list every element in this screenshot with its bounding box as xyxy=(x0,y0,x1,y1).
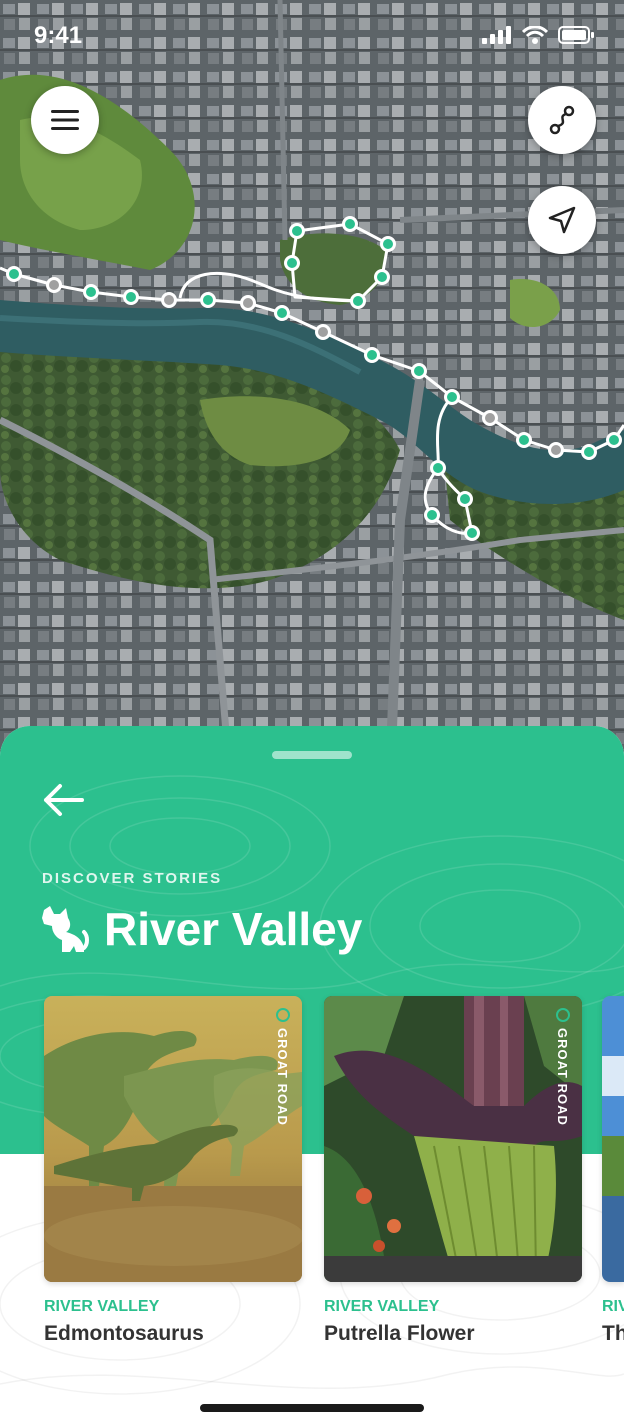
status-icons xyxy=(482,26,594,44)
story-card-putrella-flower[interactable]: GROAT ROAD xyxy=(324,996,582,1282)
arrow-left-icon xyxy=(44,784,84,816)
location-tag: GROAT ROAD xyxy=(555,1008,570,1126)
story-name[interactable]: Putrella Flower xyxy=(324,1322,475,1346)
location-ring-icon xyxy=(555,1008,570,1022)
signal-icon xyxy=(482,26,511,44)
story-name[interactable]: Edmontosaurus xyxy=(44,1322,204,1346)
page-title: River Valley xyxy=(104,903,363,955)
location-tag: GROAT ROAD xyxy=(275,1008,290,1126)
status-bar: 9:41 xyxy=(0,0,624,74)
story-card-partial[interactable] xyxy=(602,996,624,1282)
location-tag-label: GROAT ROAD xyxy=(555,1028,570,1126)
story-category: RIVER VALLEY xyxy=(324,1298,440,1315)
sheet-drag-handle[interactable] xyxy=(272,751,352,759)
title-row: River Valley xyxy=(40,902,362,956)
back-button[interactable] xyxy=(40,780,88,820)
location-tag-label: GROAT ROAD xyxy=(275,1028,290,1126)
battery-icon xyxy=(558,26,594,44)
story-card-edmontosaurus[interactable]: GROAT ROAD xyxy=(44,996,302,1282)
locate-button[interactable] xyxy=(528,186,596,254)
story-image-flower xyxy=(324,996,582,1282)
story-image-landscape xyxy=(602,996,624,1282)
section-eyebrow: DISCOVER STORIES xyxy=(42,870,223,887)
status-time: 9:41 xyxy=(34,22,83,49)
story-name[interactable]: Th xyxy=(602,1322,624,1346)
story-image-dinosaurs xyxy=(44,996,302,1282)
story-category: RIV xyxy=(602,1298,624,1315)
hamburger-menu-icon xyxy=(51,110,79,130)
stories-sheet: DISCOVER STORIES River Valley GROAT ROAD… xyxy=(0,726,624,1426)
story-category: RIVER VALLEY xyxy=(44,1298,160,1315)
dog-icon xyxy=(42,906,89,952)
wifi-icon xyxy=(522,26,548,44)
menu-button[interactable] xyxy=(31,86,99,154)
location-ring-icon xyxy=(275,1008,290,1022)
route-icon xyxy=(549,105,575,135)
route-button[interactable] xyxy=(528,86,596,154)
navigation-arrow-icon xyxy=(548,206,576,234)
home-indicator[interactable] xyxy=(200,1404,424,1412)
